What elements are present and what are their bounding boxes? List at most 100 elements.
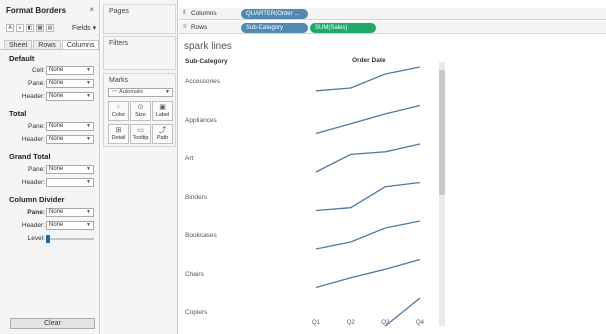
x-tick-label: Q2 — [347, 320, 356, 326]
clear-button[interactable]: Clear — [10, 318, 95, 329]
lines-format-icon[interactable]: ▤ — [46, 24, 54, 32]
tooltip-button-label: Tooltip — [132, 135, 149, 141]
section-total-title: Total — [9, 109, 27, 118]
borders-format-icon[interactable]: ▦ — [36, 24, 44, 32]
columns-shelf-icon: ⦀ — [183, 10, 186, 16]
panel-title: Format Borders — [6, 6, 67, 15]
grand-total-pane-value: None — [49, 166, 64, 172]
grand-total-pane-select[interactable]: None ▼ — [46, 165, 94, 174]
close-icon[interactable]: × — [89, 5, 94, 14]
label-icon: ▣ — [159, 104, 166, 111]
default-header-select[interactable]: None ▼ — [46, 92, 94, 101]
color-button-label: Color — [111, 112, 126, 118]
chevron-down-icon: ▼ — [86, 222, 91, 228]
default-cell-select[interactable]: None ▼ — [46, 66, 94, 75]
path-button[interactable]: ⤴ Path — [152, 124, 173, 144]
total-header-value: None — [49, 136, 64, 142]
chevron-down-icon: ▼ — [86, 67, 91, 73]
size-icon: ⊙ — [137, 104, 144, 111]
default-pane-select[interactable]: None ▼ — [46, 79, 94, 88]
fields-dropdown[interactable]: Fields ▾ — [72, 24, 96, 32]
columns-shelf-label: Columns — [191, 10, 217, 17]
divider-level-row: Level: — [0, 234, 99, 244]
divider-header-label: Header: — [21, 222, 45, 229]
path-icon: ⤴ — [159, 127, 166, 134]
x-tick-label: Q3 — [381, 320, 390, 326]
mark-type-value: Automatic — [119, 89, 144, 95]
divider-header-select[interactable]: None ▼ — [46, 221, 94, 230]
mark-type-dropdown[interactable]: 〰 Automatic ▼ — [108, 88, 173, 97]
section-default-title: Default — [9, 54, 35, 63]
series-line — [315, 66, 421, 92]
marks-card-title: Marks — [109, 77, 129, 84]
size-button-label: Size — [135, 112, 146, 118]
total-pane-label: Pane: — [28, 123, 45, 130]
chevron-down-icon: ▼ — [86, 93, 91, 99]
default-cell-label: Cell: — [31, 67, 45, 74]
x-tick-label: Q4 — [416, 320, 425, 326]
divider-level-label: Level: — [27, 235, 45, 242]
filters-card-title: Filters — [109, 40, 129, 47]
tooltip-icon: ▭ — [137, 127, 144, 134]
cards-column: Pages Filters Marks 〰 Automatic ▼ ⁘ Colo… — [101, 0, 178, 334]
shading-format-icon[interactable]: ◧ — [26, 24, 34, 32]
columns-shelf[interactable]: ⦀ Columns QUARTER(Order ... — [179, 8, 606, 20]
total-pane-select[interactable]: None ▼ — [46, 122, 94, 131]
default-pane-label: Pane: — [28, 80, 45, 87]
divider-pane-label: Pane: — [27, 209, 45, 216]
grand-total-header-label: Header: — [21, 179, 45, 186]
rows-shelf[interactable]: ≡ Rows Sub-Category SUM(Sales) — [179, 22, 606, 34]
series-line — [315, 143, 421, 173]
default-cell-row: Cell: None ▼ — [0, 66, 99, 76]
detail-button-label: Detail — [111, 135, 126, 141]
size-button[interactable]: ⊙ Size — [130, 101, 151, 121]
align-format-icon[interactable]: ≡ — [16, 24, 24, 32]
detail-button[interactable]: ⊞ Detail — [108, 124, 129, 144]
x-tick-label: Q1 — [312, 320, 321, 326]
default-pane-row: Pane: None ▼ — [0, 79, 99, 89]
filters-card[interactable]: Filters — [103, 36, 176, 70]
grand-total-pane-row: Pane: None ▼ — [0, 165, 99, 175]
chevron-down-icon: ▼ — [86, 166, 91, 172]
spark-lines-chart: Q1 Q2 Q3 Q4 — [312, 66, 425, 327]
tooltip-button[interactable]: ▭ Tooltip — [130, 124, 151, 144]
label-button[interactable]: ▣ Label — [152, 101, 173, 121]
pages-card[interactable]: Pages — [103, 4, 176, 34]
level-slider-handle[interactable] — [46, 235, 50, 243]
chevron-down-icon: ▼ — [86, 179, 91, 185]
chevron-down-icon: ▼ — [165, 89, 170, 95]
grand-total-header-select[interactable]: ▼ — [46, 178, 94, 187]
pages-card-title: Pages — [109, 8, 129, 15]
section-grand-total-title: Grand Total — [9, 152, 51, 161]
line-mark-icon: 〰 — [112, 89, 118, 95]
series-line — [384, 297, 421, 327]
columns-pill-quarter[interactable]: QUARTER(Order ... — [241, 9, 308, 19]
series-line — [315, 104, 421, 135]
series-line — [315, 181, 421, 212]
total-pane-value: None — [49, 123, 64, 129]
grand-total-pane-label: Pane: — [28, 166, 45, 173]
divider-pane-select[interactable]: None ▼ — [46, 208, 94, 217]
chevron-down-icon: ▼ — [86, 123, 91, 129]
total-pane-row: Pane: None ▼ — [0, 122, 99, 132]
path-button-label: Path — [156, 135, 169, 141]
total-header-select[interactable]: None ▼ — [46, 135, 94, 144]
rows-pill-sub-category[interactable]: Sub-Category — [241, 23, 308, 33]
color-button[interactable]: ⁘ Color — [108, 101, 129, 121]
detail-icon: ⊞ — [115, 127, 122, 134]
default-header-row: Header: None ▼ — [0, 92, 99, 102]
viz-area: spark lines Sub-Category Order Date Acce… — [179, 35, 606, 334]
font-format-icon[interactable]: A — [6, 24, 14, 32]
format-borders-panel: Format Borders × A ≡ ◧ ▦ ▤ Fields ▾ Shee… — [0, 0, 100, 334]
divider-header-value: None — [49, 222, 64, 228]
rows-pill-sum-sales[interactable]: SUM(Sales) — [310, 23, 376, 33]
chevron-down-icon: ▼ — [86, 209, 91, 215]
grand-total-header-row: Header: ▼ — [0, 178, 99, 188]
rows-shelf-icon: ≡ — [183, 24, 187, 30]
series-line — [315, 220, 421, 250]
scrollbar-thumb[interactable] — [439, 70, 445, 195]
series-line — [315, 258, 421, 289]
format-body: Default Cell: None ▼ Pane: None ▼ Header: … — [0, 49, 99, 319]
level-slider-track[interactable] — [46, 238, 94, 240]
color-icon: ⁘ — [115, 104, 122, 111]
